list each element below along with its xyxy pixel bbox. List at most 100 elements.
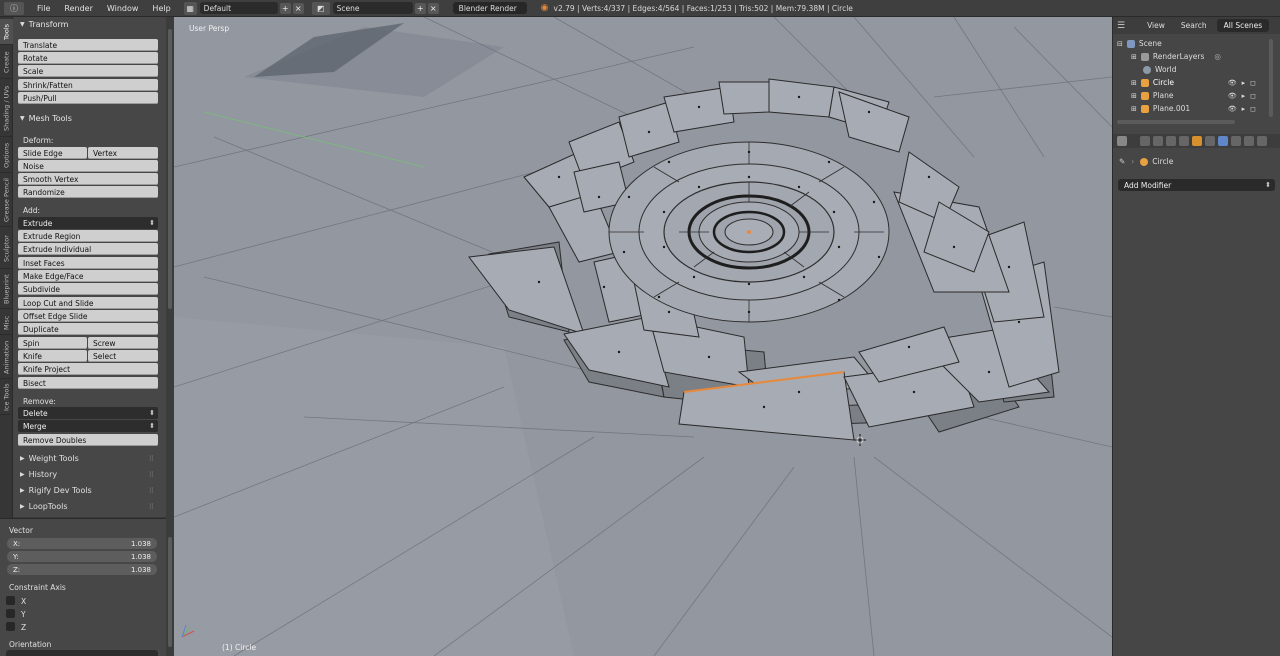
- layout-field[interactable]: Default: [199, 2, 278, 14]
- texture-tab-icon[interactable]: [1257, 136, 1267, 146]
- expand-icon[interactable]: ⊞: [1131, 105, 1137, 113]
- delete-menu[interactable]: Delete: [18, 407, 158, 419]
- scale-button[interactable]: Scale: [18, 65, 158, 77]
- extrude-menu[interactable]: Extrude: [18, 217, 158, 229]
- scene-icon[interactable]: ◩: [311, 1, 330, 15]
- tab-sculptor[interactable]: Sculptor: [0, 229, 13, 269]
- menu-window[interactable]: Window: [100, 4, 146, 13]
- constraint-y-checkbox[interactable]: [6, 609, 15, 618]
- tab-animation[interactable]: Animation: [0, 337, 13, 379]
- outliner-vscrollbar[interactable]: [1269, 39, 1273, 117]
- outliner-circle[interactable]: ⊞ Circle 👁▸◻: [1131, 76, 1277, 89]
- translate-button[interactable]: Translate: [18, 39, 158, 51]
- tab-grease-pencil[interactable]: Grease Pencil: [0, 175, 13, 227]
- constraints-tab-icon[interactable]: [1205, 136, 1215, 146]
- expand-icon[interactable]: ⊞: [1131, 53, 1137, 61]
- spin-button[interactable]: Spin: [18, 337, 87, 349]
- expand-icon[interactable]: ⊟: [1117, 40, 1123, 48]
- remove-doubles-button[interactable]: Remove Doubles: [18, 434, 158, 446]
- smooth-vertex-button[interactable]: Smooth Vertex: [18, 173, 158, 185]
- layout-icon[interactable]: ▦: [183, 1, 197, 15]
- add-layout-icon[interactable]: +: [279, 2, 291, 14]
- drag-grip-icon[interactable]: ⠿: [149, 455, 154, 463]
- history-panel-header[interactable]: ▶ History ⠿: [20, 470, 160, 479]
- screw-button[interactable]: Screw: [88, 337, 158, 349]
- weight-tools-panel-header[interactable]: ▶ Weight Tools ⠿: [20, 454, 160, 463]
- merge-menu[interactable]: Merge: [18, 420, 158, 432]
- slide-vertex-button[interactable]: Vertex: [88, 147, 158, 159]
- tool-shelf-scrollbar[interactable]: [166, 17, 174, 656]
- shrink-fatten-button[interactable]: Shrink/Fatten: [18, 79, 158, 91]
- vector-y-field[interactable]: Y: 1.038: [7, 551, 157, 562]
- scrollbar-thumb[interactable]: [168, 29, 172, 309]
- noise-button[interactable]: Noise: [18, 160, 158, 172]
- menu-render[interactable]: Render: [57, 4, 99, 13]
- tab-misc[interactable]: Misc: [0, 311, 13, 335]
- offset-edge-slide-button[interactable]: Offset Edge Slide: [18, 310, 158, 322]
- scrollbar-thumb[interactable]: [168, 537, 172, 647]
- transform-panel-header[interactable]: ▼ Transform: [15, 18, 68, 31]
- outliner-view-menu[interactable]: View: [1139, 21, 1173, 30]
- 3d-viewport[interactable]: User Persp (1) Circle: [174, 17, 1112, 656]
- subdivide-button[interactable]: Subdivide: [18, 283, 158, 295]
- outliner-scrollbar[interactable]: [1117, 120, 1235, 124]
- expand-icon[interactable]: ⊞: [1131, 92, 1137, 100]
- remove-layout-icon[interactable]: ×: [292, 2, 304, 14]
- data-tab-icon[interactable]: [1231, 136, 1241, 146]
- scene-tab-icon[interactable]: [1166, 136, 1176, 146]
- outliner-search-menu[interactable]: Search: [1173, 21, 1215, 30]
- menu-file[interactable]: File: [30, 4, 57, 13]
- add-scene-icon[interactable]: +: [414, 2, 426, 14]
- vector-x-field[interactable]: X: 1.038: [7, 538, 157, 549]
- world-tab-icon[interactable]: [1179, 136, 1189, 146]
- knife-select-button[interactable]: Select: [88, 350, 158, 362]
- extrude-region-button[interactable]: Extrude Region: [18, 230, 158, 242]
- menu-help[interactable]: Help: [145, 4, 177, 13]
- visibility-icons[interactable]: 👁▸◻: [1228, 105, 1261, 113]
- outliner-editor-icon[interactable]: ☰: [1117, 21, 1125, 31]
- outliner-world[interactable]: World: [1143, 63, 1177, 76]
- inset-faces-button[interactable]: Inset Faces: [18, 257, 158, 269]
- tab-create[interactable]: Create: [0, 47, 13, 79]
- tab-ice-tools[interactable]: Ice Tools: [0, 381, 13, 415]
- visibility-icons[interactable]: 👁▸◻: [1228, 92, 1261, 100]
- orientation-select[interactable]: [6, 650, 158, 656]
- constraint-x-checkbox[interactable]: [6, 596, 15, 605]
- tab-tools[interactable]: Tools: [0, 19, 13, 45]
- knife-project-button[interactable]: Knife Project: [18, 363, 158, 375]
- push-pull-button[interactable]: Push/Pull: [18, 92, 158, 104]
- outliner-plane[interactable]: ⊞ Plane 👁▸◻: [1131, 89, 1277, 102]
- bisect-button[interactable]: Bisect: [18, 377, 158, 389]
- tab-shading-uvs[interactable]: Shading / UVs: [0, 81, 13, 137]
- drag-grip-icon[interactable]: ⠿: [149, 503, 154, 511]
- tab-blueprint[interactable]: Blueprint: [0, 271, 13, 309]
- pin-icon[interactable]: ✎: [1119, 157, 1125, 166]
- rigify-panel-header[interactable]: ▶ Rigify Dev Tools ⠿: [20, 486, 160, 495]
- looptools-panel-header[interactable]: ▶ LoopTools ⠿: [20, 502, 160, 511]
- extrude-individual-button[interactable]: Extrude Individual: [18, 243, 158, 255]
- render-layers-tab-icon[interactable]: [1153, 136, 1163, 146]
- add-modifier-menu[interactable]: Add Modifier ⬍: [1118, 179, 1275, 191]
- visibility-icons[interactable]: 👁▸◻: [1228, 79, 1261, 87]
- rotate-button[interactable]: Rotate: [18, 52, 158, 64]
- knife-button[interactable]: Knife: [18, 350, 87, 362]
- material-tab-icon[interactable]: [1244, 136, 1254, 146]
- mesh-tools-panel-header[interactable]: ▼ Mesh Tools: [15, 112, 72, 125]
- camera-icon[interactable]: ◎: [1214, 52, 1221, 61]
- expand-icon[interactable]: ⊞: [1131, 79, 1137, 87]
- editor-type-icon[interactable]: ⓘ: [4, 1, 24, 15]
- randomize-button[interactable]: Randomize: [18, 186, 158, 198]
- viewport-scene[interactable]: [174, 17, 1112, 656]
- vector-z-field[interactable]: Z: 1.038: [7, 564, 157, 575]
- outliner-plane001[interactable]: ⊞ Plane.001 👁▸◻: [1131, 102, 1277, 115]
- duplicate-button[interactable]: Duplicate: [18, 323, 158, 335]
- scene-field[interactable]: Scene: [332, 2, 413, 14]
- object-tab-icon[interactable]: [1192, 136, 1202, 146]
- render-tab-icon[interactable]: [1140, 136, 1150, 146]
- outliner-scene[interactable]: ⊟ Scene: [1117, 37, 1162, 50]
- make-edge-face-button[interactable]: Make Edge/Face: [18, 270, 158, 282]
- tab-options[interactable]: Options: [0, 139, 13, 173]
- drag-grip-icon[interactable]: ⠿: [149, 487, 154, 495]
- slide-edge-button[interactable]: Slide Edge: [18, 147, 87, 159]
- render-engine-select[interactable]: Blender Render: [452, 2, 527, 14]
